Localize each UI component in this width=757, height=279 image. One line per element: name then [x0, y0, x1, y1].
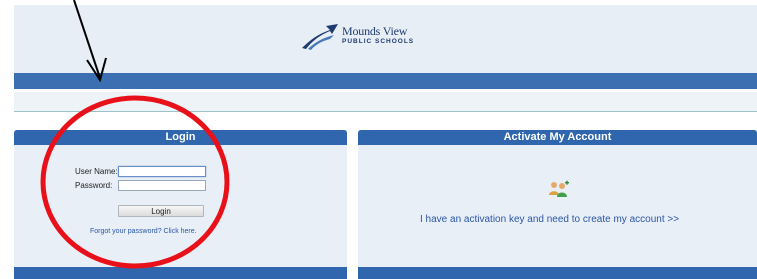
login-panel-title: Login — [14, 130, 347, 145]
activate-panel-title: Activate My Account — [358, 130, 757, 145]
login-panel: Login User Name: Password: Login Forgot … — [14, 130, 347, 279]
password-label: Password: — [75, 181, 113, 190]
separator-band — [14, 92, 757, 112]
activate-panel: Activate My Account I have an activation… — [358, 130, 757, 279]
logo-subtitle: PUBLIC SCHOOLS — [342, 38, 415, 45]
password-input[interactable] — [118, 180, 206, 191]
nav-bar — [14, 73, 757, 89]
logo-swoosh-icon — [302, 24, 338, 50]
users-add-icon[interactable] — [548, 180, 570, 198]
username-label: User Name: — [75, 167, 118, 176]
logo-name: Mounds View — [342, 24, 408, 38]
login-panel-footer — [14, 267, 347, 279]
activate-panel-footer — [358, 267, 757, 279]
login-button[interactable]: Login — [118, 205, 204, 217]
activate-account-link[interactable]: I have an activation key and need to cre… — [420, 214, 679, 225]
logo[interactable]: Mounds View PUBLIC SCHOOLS — [300, 22, 430, 52]
forgot-password-link[interactable]: Forgot your password? Click here. — [90, 228, 197, 235]
username-input[interactable] — [118, 166, 206, 177]
